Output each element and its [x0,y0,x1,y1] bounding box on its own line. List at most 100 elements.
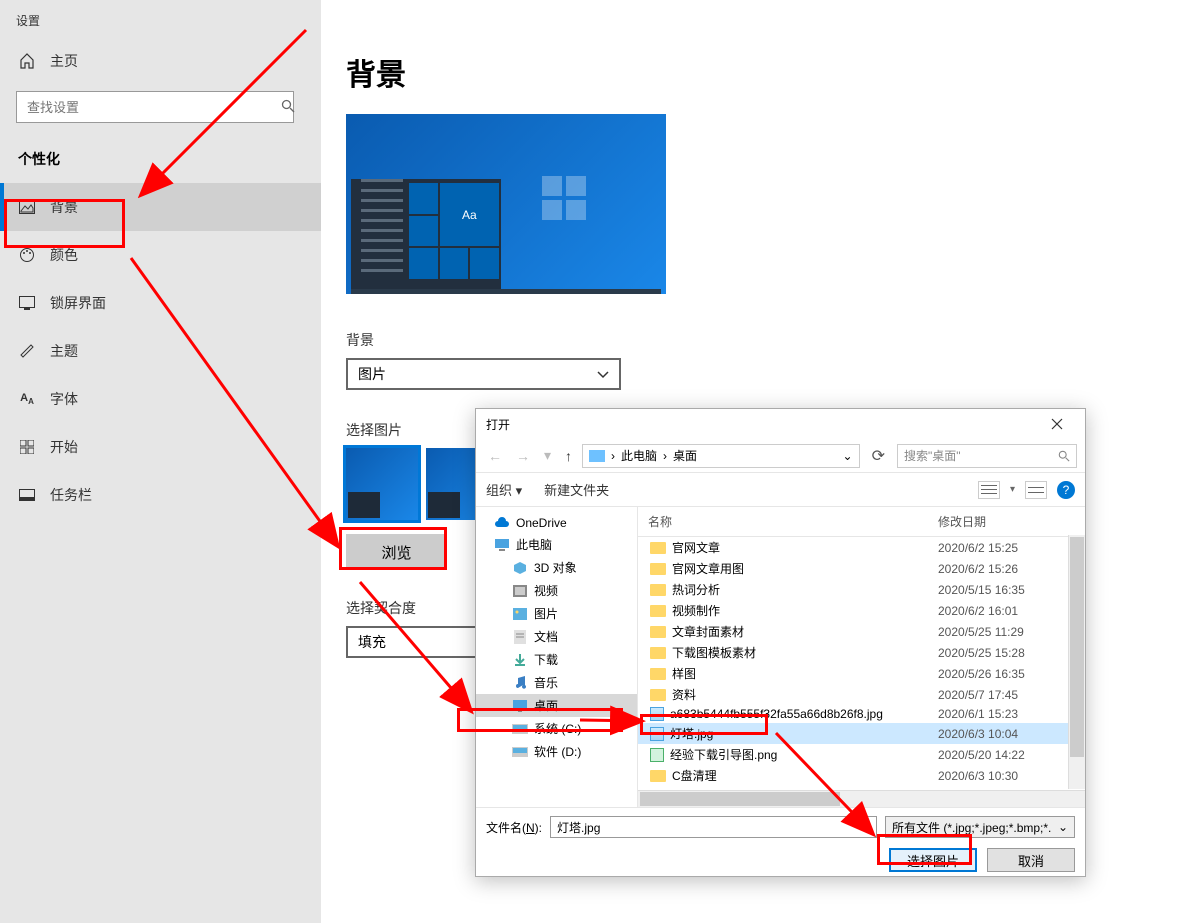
refresh-icon[interactable]: ⟳ [866,446,891,466]
taskbar-icon [18,489,36,501]
view-dropdown-icon[interactable]: ▾ [1010,484,1015,495]
close-button[interactable] [1037,411,1077,437]
pc-icon [589,450,605,462]
search-placeholder: 搜索"桌面" [904,447,961,464]
filename-input[interactable] [550,816,877,838]
select-image-button[interactable]: 选择图片 [889,848,977,872]
tree-item[interactable]: 此电脑 [476,533,637,556]
open-file-dialog: 打开 ← → ▾ ↑ › 此电脑 › 桌面 ⌄ ⟳ 搜索"桌面" 组织 ▾ 新建… [475,408,1086,877]
folder-tree[interactable]: OneDrive 此电脑 3D 对象视频图片文档下载音乐桌面系统 (C:) 软件 (D… [476,507,638,807]
col-date[interactable]: 修改日期 [928,507,1058,536]
browse-button[interactable]: 浏览 [346,534,447,570]
download-icon [512,653,528,667]
path-sep: › [663,449,667,463]
settings-sidebar: 设置 主页 个性化 背景颜色锁屏界面主题AA字体开始任务栏 [0,0,321,923]
cancel-button[interactable]: 取消 [987,848,1075,872]
file-name: 样图 [672,665,696,682]
folder-icon [650,626,666,638]
start-icon [18,440,36,454]
nav-label: 主题 [50,341,78,361]
tree-item[interactable]: 音乐 [476,671,637,694]
nav-label: 任务栏 [50,485,92,505]
file-row[interactable]: 热词分析2020/5/15 16:35 [638,579,1085,600]
png-file-icon [650,748,664,762]
file-row[interactable]: C盘清理2020/6/3 10:30 [638,765,1085,786]
file-name: a683b5444fb555f32fa55a66d8b26f8.jpg [670,707,883,721]
3d-icon [512,561,528,575]
path-segment[interactable]: 桌面 [673,447,697,464]
background-type-dropdown[interactable]: 图片 [346,358,621,390]
tree-item[interactable]: 桌面 [476,694,637,717]
search-input[interactable] [16,91,294,123]
file-row[interactable]: 经验下载引导图.png 2020/5/20 14:22 [638,744,1085,765]
tree-label: 系统 (C:) [534,720,581,737]
path-box[interactable]: › 此电脑 › 桌面 ⌄ [582,444,860,468]
nav-item-主题[interactable]: 主题 [0,327,321,375]
dialog-search-input[interactable]: 搜索"桌面" [897,444,1077,468]
file-row[interactable]: 灯塔.jpg2020/6/3 10:04 [638,723,1085,744]
file-row[interactable]: 资料2020/5/7 17:45 [638,684,1085,705]
docs-icon [512,630,528,644]
tree-label: 文档 [534,628,558,645]
disk-icon [512,722,528,736]
nav-item-字体[interactable]: AA字体 [0,375,321,423]
folder-icon [650,542,666,554]
horizontal-scrollbar[interactable] [638,790,1085,807]
preview-pane-button[interactable] [1025,481,1047,499]
file-row[interactable]: 视频制作2020/6/2 16:01 [638,600,1085,621]
nav-item-背景[interactable]: 背景 [0,183,321,231]
palette-icon [18,247,36,263]
back-arrow-icon[interactable]: ← [484,448,506,464]
font-icon: AA [18,392,36,406]
home-link[interactable]: 主页 [0,41,321,81]
view-mode-button[interactable] [978,481,1000,499]
desktop-icon [512,699,528,713]
dropdown-value: 填充 [358,632,386,652]
filetype-dropdown[interactable]: 所有文件 (*.jpg;*.jpeg;*.bmp;*. ⌄ [885,816,1075,838]
organize-menu[interactable]: 组织 ▾ [486,480,522,499]
vertical-scrollbar[interactable] [1068,535,1085,789]
pictures-icon [512,607,528,621]
thumb-1[interactable] [346,448,418,520]
file-row[interactable]: a683b5444fb555f32fa55a66d8b26f8.jpg2020/… [638,705,1085,723]
folder-icon [650,647,666,659]
tree-item[interactable]: 软件 (D:) [476,740,637,763]
file-date: 2020/5/25 11:29 [928,625,1058,639]
forward-arrow-icon[interactable]: → [512,448,534,464]
tree-item[interactable]: 下载 [476,648,637,671]
nav-item-任务栏[interactable]: 任务栏 [0,471,321,519]
nav-item-开始[interactable]: 开始 [0,423,321,471]
col-name[interactable]: 名称 [638,507,928,536]
file-name: 经验下载引导图.png [670,746,777,763]
file-row[interactable]: 官网文章2020/6/2 15:25 [638,537,1085,558]
category-title: 个性化 [0,143,321,183]
up-arrow-icon[interactable]: ↑ [561,448,576,464]
path-segment[interactable]: 此电脑 [621,447,657,464]
nav-item-颜色[interactable]: 颜色 [0,231,321,279]
desktop-preview: Aa [346,114,666,294]
tree-item[interactable]: 系统 (C:) [476,717,637,740]
nav-item-锁屏界面[interactable]: 锁屏界面 [0,279,321,327]
tree-item[interactable]: 3D 对象 [476,556,637,579]
file-date: 2020/5/20 14:22 [928,748,1058,762]
filetype-value: 所有文件 (*.jpg;*.jpeg;*.bmp;*. [892,819,1051,836]
page-title: 背景 [346,50,1046,94]
new-folder-button[interactable]: 新建文件夹 [544,480,609,499]
file-row[interactable]: 文章封面素材 2020/5/25 11:29 [638,621,1085,642]
background-section-label: 背景 [346,330,1046,350]
nav-label: 背景 [50,197,78,217]
chevron-down-icon[interactable]: ⌄ [843,449,853,463]
tree-item[interactable]: OneDrive [476,513,637,533]
tree-label: 此电脑 [516,536,552,553]
tree-item[interactable]: 图片 [476,602,637,625]
file-row[interactable]: 下载图模板素材2020/5/25 15:28 [638,642,1085,663]
tree-label: 桌面 [534,697,558,714]
file-row[interactable]: 官网文章用图2020/6/2 15:26 [638,558,1085,579]
folder-icon [650,668,666,680]
file-name: 文章封面素材 [672,623,744,640]
help-icon[interactable]: ? [1057,481,1075,499]
tree-item[interactable]: 视频 [476,579,637,602]
recent-dropdown-icon[interactable]: ▾ [540,447,555,464]
tree-item[interactable]: 文档 [476,625,637,648]
file-row[interactable]: 样图2020/5/26 16:35 [638,663,1085,684]
